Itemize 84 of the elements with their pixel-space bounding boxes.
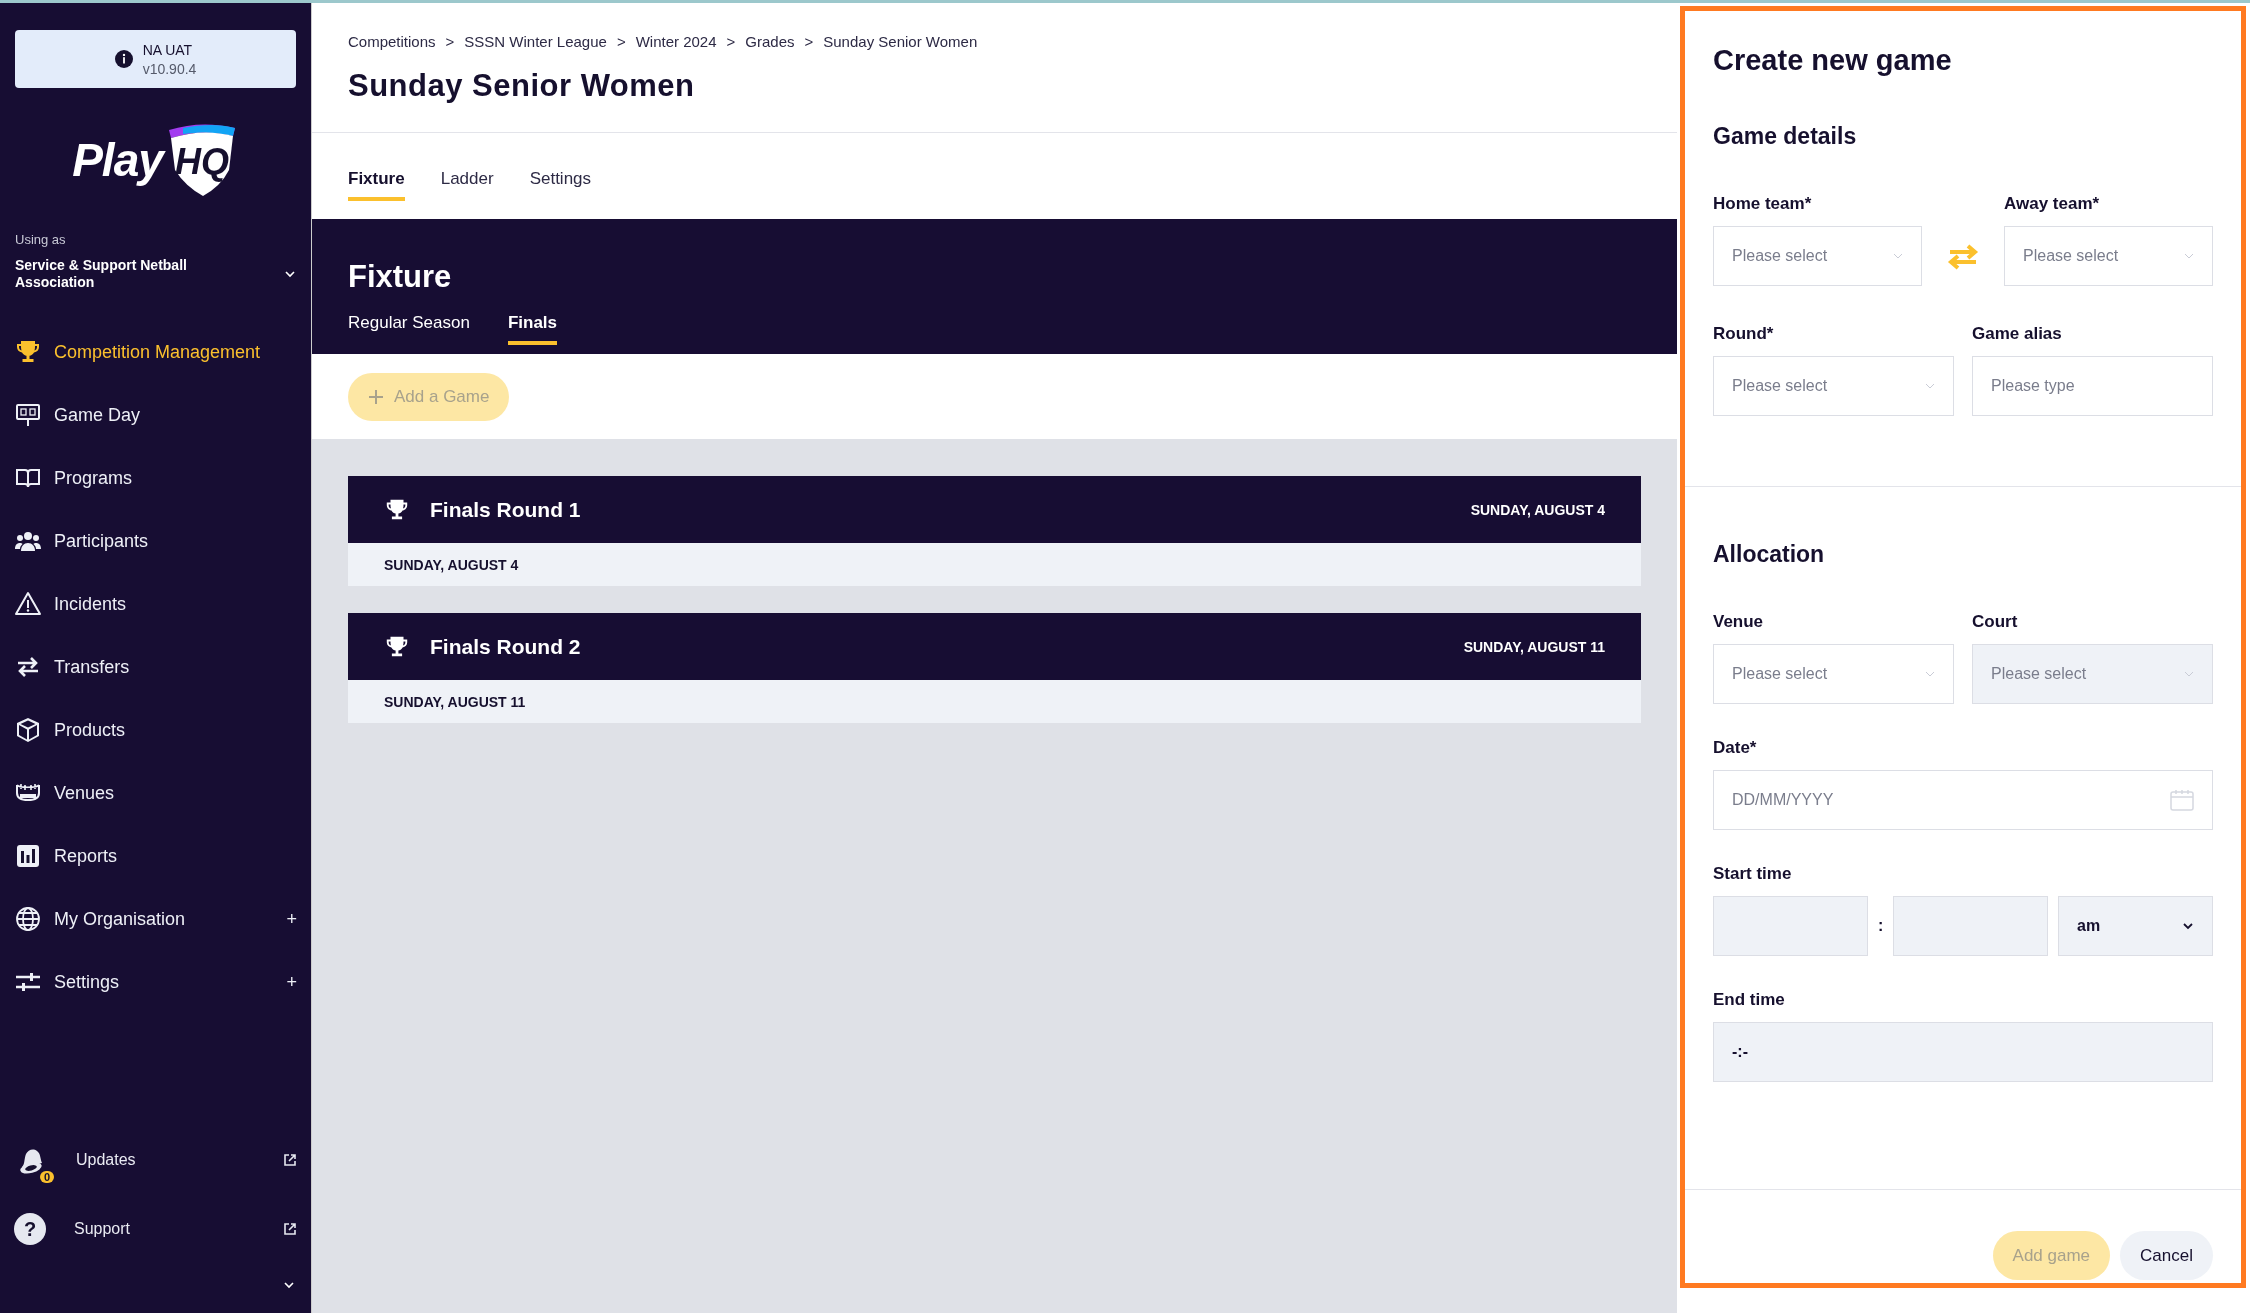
end-time-field: -:-: [1713, 1022, 2213, 1082]
field-label: Away team*: [2004, 194, 2101, 214]
field-label: Game alias: [1972, 324, 2063, 344]
breadcrumb-separator: >: [616, 33, 626, 50]
nav-item[interactable]: Venues: [0, 761, 311, 825]
nav-item[interactable]: Participants: [0, 509, 311, 573]
section-heading: Game details: [1713, 123, 1858, 150]
round-header[interactable]: Finals Round 2 SUNDAY, AUGUST 11: [348, 613, 1641, 680]
tab[interactable]: Finals: [507, 313, 558, 345]
round-header[interactable]: Finals Round 1 SUNDAY, AUGUST 4: [348, 476, 1641, 543]
chevron-down-icon: [1925, 383, 1935, 389]
using-as-caption: Using as: [15, 232, 67, 247]
round-title: Finals Round 2: [430, 634, 582, 659]
breadcrumb-separator: >: [804, 33, 814, 50]
version-number: v10.90.4: [142, 60, 197, 77]
hour-field[interactable]: [1713, 896, 1868, 956]
period-select[interactable]: am: [2058, 896, 2213, 956]
breadcrumb-link[interactable]: Grades: [745, 33, 795, 50]
field-label: Venue: [1713, 612, 1765, 632]
nav-item[interactable]: Reports: [0, 824, 311, 888]
help-icon: ?: [14, 1212, 46, 1245]
tab[interactable]: Fixture: [348, 169, 405, 201]
expand-toggle[interactable]: +: [286, 908, 297, 930]
chevron-down-icon: [2184, 253, 2194, 259]
nav-item[interactable]: Incidents: [0, 572, 311, 636]
day-header: SUNDAY, AUGUST 11: [348, 680, 1641, 723]
breadcrumb-link[interactable]: Winter 2024: [635, 33, 717, 50]
breadcrumb-link[interactable]: SSSN Winter League: [464, 33, 607, 50]
tab[interactable]: Regular Season: [348, 313, 470, 345]
globe-icon: [14, 905, 42, 934]
field-label: Home team*: [1713, 194, 1813, 214]
notification-count: 0: [39, 1170, 54, 1183]
nav-item[interactable]: My Organisation +: [0, 887, 311, 951]
select-field[interactable]: Please select: [2004, 226, 2213, 286]
breadcrumb-separator: >: [445, 33, 455, 50]
select-field[interactable]: Please select: [1713, 226, 1922, 286]
organisation-selector[interactable]: Service & Support Netball Association: [15, 257, 296, 291]
select-field[interactable]: Please select: [1713, 356, 1954, 416]
external-link-icon: [283, 1152, 297, 1167]
external-link-icon: [283, 1221, 297, 1236]
environment-name: NA UAT: [142, 41, 194, 58]
chevron-down-icon: [2182, 922, 2194, 930]
chevron-down-icon: [284, 269, 296, 278]
chevron-down-icon: [1925, 671, 1935, 677]
breadcrumb-separator: >: [726, 33, 736, 50]
field-label: Start time: [1713, 864, 1793, 884]
tab[interactable]: Settings: [529, 169, 592, 201]
cancel-button[interactable]: Cancel: [2120, 1231, 2213, 1280]
field-label: End time: [1713, 990, 1786, 1010]
plus-icon: [368, 388, 384, 405]
chevron-down-icon[interactable]: [283, 1281, 295, 1289]
sidebar-link[interactable]: 0 Updates: [0, 1125, 311, 1194]
nav-item[interactable]: Programs: [0, 446, 311, 510]
nav-item[interactable]: Game Day: [0, 383, 311, 447]
calendar-icon: [2170, 789, 2194, 811]
panel-title: Create new game: [1713, 44, 1953, 77]
tab[interactable]: Ladder: [440, 169, 494, 201]
day-header: SUNDAY, AUGUST 4: [348, 543, 1641, 586]
minute-field[interactable]: [1893, 896, 2049, 956]
round-title: Finals Round 1: [430, 497, 582, 522]
section-heading: Allocation: [1713, 541, 1826, 568]
date-field[interactable]: DD/MM/YYYY: [1713, 770, 2213, 830]
sidebar-link[interactable]: ? Support: [0, 1194, 311, 1263]
round-date: SUNDAY, AUGUST 4: [1470, 501, 1605, 518]
field-label: Court: [1972, 612, 2019, 632]
nav-item[interactable]: Products: [0, 698, 311, 762]
field-label: Date*: [1713, 738, 1758, 758]
info-icon: [114, 50, 133, 68]
nav-item[interactable]: Transfers: [0, 635, 311, 699]
nav-item[interactable]: Competition Management: [0, 320, 311, 384]
time-separator: :: [1877, 917, 1884, 935]
breadcrumb-link[interactable]: Sunday Senior Women: [823, 33, 978, 50]
select-field[interactable]: Please select: [1713, 644, 1954, 704]
field-label: Round*: [1713, 324, 1775, 344]
chevron-down-icon: [2184, 671, 2194, 677]
box-icon: [14, 716, 42, 745]
expand-toggle[interactable]: +: [286, 971, 297, 993]
round-date: SUNDAY, AUGUST 11: [1463, 638, 1605, 655]
page-title: Sunday Senior Women: [348, 68, 696, 104]
chevron-down-icon: [1893, 253, 1903, 259]
text-field[interactable]: Please type: [1972, 356, 2213, 416]
breadcrumb-link[interactable]: Competitions: [348, 33, 436, 50]
nav-item[interactable]: Settings +: [0, 950, 311, 1014]
section-title: Fixture: [348, 259, 453, 295]
